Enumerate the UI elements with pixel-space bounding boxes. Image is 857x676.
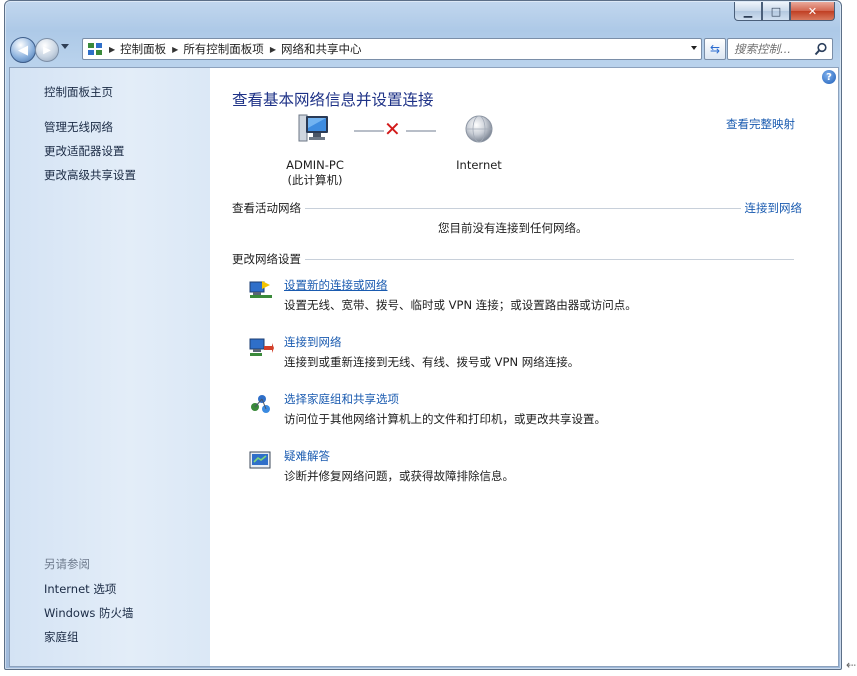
computer-name-label: ADMIN-PC (此计算机) xyxy=(270,158,360,188)
search-input[interactable]: 搜索控制... xyxy=(734,41,814,57)
sidebar-link-advanced-sharing[interactable]: 更改高级共享设置 xyxy=(44,167,136,183)
task-link-homegroup[interactable]: 选择家庭组和共享选项 xyxy=(284,391,399,407)
task-link-connect-network[interactable]: 连接到网络 xyxy=(284,334,342,350)
recent-pages-dropdown-icon[interactable] xyxy=(61,44,69,49)
forward-button[interactable]: ▶ xyxy=(35,38,59,62)
breadcrumb-all-items[interactable]: 所有控制面板项 xyxy=(183,41,264,57)
troubleshoot-icon xyxy=(249,451,271,469)
refresh-icon: ⇆ xyxy=(709,42,721,56)
main-content: 查看基本网络信息并设置连接 查看完整映射 ✕ ADMIN-PC (此计算机) I… xyxy=(232,68,838,666)
sidebar-link-homegroup[interactable]: 家庭组 xyxy=(44,629,79,645)
search-icon[interactable] xyxy=(814,42,828,56)
connect-to-network-link[interactable]: 连接到网络 xyxy=(740,200,802,216)
internet-label: Internet xyxy=(456,158,502,172)
close-button[interactable]: ✕ xyxy=(790,2,835,21)
breadcrumb-network-center[interactable]: 网络和共享中心 xyxy=(281,41,362,57)
breadcrumb-separator-icon[interactable]: ▶ xyxy=(270,45,276,54)
maximize-button[interactable]: □ xyxy=(762,2,790,21)
back-arrow-icon: ◀ xyxy=(18,42,28,58)
address-bar[interactable]: ▶ 控制面板 ▶ 所有控制面板项 ▶ 网络和共享中心 xyxy=(82,38,702,60)
minimize-button[interactable]: ▁ xyxy=(734,2,762,21)
control-panel-icon xyxy=(88,43,102,55)
change-settings-heading: 更改网络设置 xyxy=(232,251,305,267)
task-link-setup-connection[interactable]: 设置新的连接或网络 xyxy=(284,277,388,293)
forward-arrow-icon: ▶ xyxy=(43,44,51,56)
task-desc-troubleshoot: 诊断并修复网络问题，或获得故障排除信息。 xyxy=(284,469,514,483)
task-link-troubleshoot[interactable]: 疑难解答 xyxy=(284,448,330,464)
see-also-label: 另请参阅 xyxy=(44,557,90,571)
internet-globe-icon[interactable] xyxy=(464,114,494,144)
address-dropdown-icon[interactable] xyxy=(691,46,697,50)
search-box[interactable]: 搜索控制... xyxy=(727,38,833,60)
caption-buttons: ▁ □ ✕ xyxy=(734,2,835,21)
back-button[interactable]: ◀ xyxy=(10,37,36,63)
task-troubleshoot: 疑难解答 诊断并修复网络问题，或获得故障排除信息。 xyxy=(248,448,788,488)
task-homegroup: 选择家庭组和共享选项 访问位于其他网络计算机上的文件和打印机，或更改共享设置。 xyxy=(248,391,788,431)
sidebar: 控制面板主页 管理无线网络 更改适配器设置 更改高级共享设置 另请参阅 Inte… xyxy=(10,68,210,666)
active-networks-divider xyxy=(232,208,794,209)
breadcrumb-separator-icon[interactable]: ▶ xyxy=(172,45,178,54)
computer-icon[interactable] xyxy=(296,114,330,144)
computer-name: ADMIN-PC xyxy=(286,158,344,172)
task-setup-connection: 设置新的连接或网络 设置无线、宽带、拨号、临时或 VPN 连接；或设置路由器或访… xyxy=(248,277,788,317)
view-full-map-link[interactable]: 查看完整映射 xyxy=(726,116,795,132)
disconnected-x-icon[interactable]: ✕ xyxy=(384,119,401,139)
breadcrumb-separator-icon[interactable]: ▶ xyxy=(109,45,115,54)
change-settings-divider xyxy=(232,259,794,260)
sidebar-link-control-panel-home[interactable]: 控制面板主页 xyxy=(44,84,113,100)
connection-line-left xyxy=(354,130,384,132)
client-area: 控制面板主页 管理无线网络 更改适配器设置 更改高级共享设置 另请参阅 Inte… xyxy=(9,67,839,667)
task-connect-network: 连接到网络 连接到或重新连接到无线、有线、拨号或 VPN 网络连接。 xyxy=(248,334,788,374)
sidebar-link-internet-options[interactable]: Internet 选项 xyxy=(44,581,116,597)
network-map: ✕ ADMIN-PC (此计算机) Internet xyxy=(232,112,712,192)
no-network-message: 您目前没有连接到任何网络。 xyxy=(438,221,588,235)
sidebar-link-firewall[interactable]: Windows 防火墙 xyxy=(44,605,134,621)
breadcrumb-control-panel[interactable]: 控制面板 xyxy=(120,41,166,57)
connect-network-icon xyxy=(249,338,274,356)
explorer-window: ▁ □ ✕ ◀ ▶ ▶ 控制面板 ▶ 所有控制面板项 ▶ 网络和共享中心 ⇆ 搜… xyxy=(4,0,842,670)
task-desc-connect-network: 连接到或重新连接到无线、有线、拨号或 VPN 网络连接。 xyxy=(284,355,580,369)
computer-sub-label: (此计算机) xyxy=(287,173,343,187)
active-networks-heading: 查看活动网络 xyxy=(232,200,305,216)
connection-line-right xyxy=(406,130,436,132)
sidebar-link-adapter-settings[interactable]: 更改适配器设置 xyxy=(44,143,125,159)
refresh-button[interactable]: ⇆ xyxy=(704,38,726,60)
navigation-bar: ◀ ▶ ▶ 控制面板 ▶ 所有控制面板项 ▶ 网络和共享中心 ⇆ 搜索控制... xyxy=(5,35,841,63)
sidebar-link-manage-wireless[interactable]: 管理无线网络 xyxy=(44,119,113,135)
task-desc-setup-connection: 设置无线、宽带、拨号、临时或 VPN 连接；或设置路由器或访问点。 xyxy=(284,298,637,312)
task-desc-homegroup: 访问位于其他网络计算机上的文件和打印机，或更改共享设置。 xyxy=(284,412,606,426)
page-title: 查看基本网络信息并设置连接 xyxy=(232,91,434,109)
homegroup-icon xyxy=(251,395,270,413)
resize-cursor-icon: ⇠ xyxy=(845,658,856,672)
network-setup-icon xyxy=(249,281,272,298)
